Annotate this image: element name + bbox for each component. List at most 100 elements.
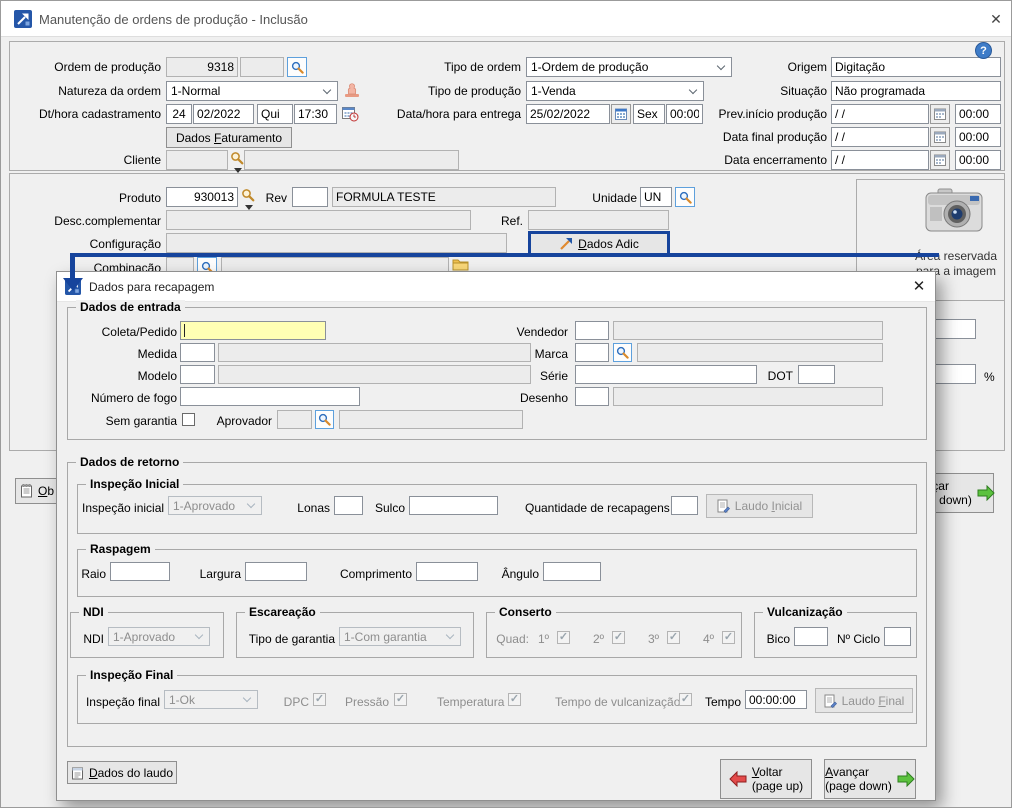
data-final-data-input[interactable] <box>831 127 929 147</box>
natureza-select[interactable]: 1-Normal <box>166 81 338 101</box>
data-final-calendar-button[interactable] <box>930 127 950 147</box>
prev-inicio-calendar-button[interactable] <box>930 104 950 124</box>
calendar-icon <box>934 131 946 143</box>
ciclo-input[interactable] <box>884 627 911 646</box>
aprovador-search-button[interactable] <box>315 410 334 429</box>
largura-input[interactable] <box>245 562 307 581</box>
modelo-input[interactable] <box>180 365 215 384</box>
arrow-right-icon <box>977 485 995 501</box>
vendedor-nome-field <box>613 321 883 340</box>
close-icon[interactable]: ✕ <box>906 276 932 298</box>
modelo-label: Modelo <box>75 366 177 386</box>
dot-input[interactable] <box>798 365 835 384</box>
inspecao-final-select: 1-Ok <box>164 690 258 709</box>
coleta-label: Coleta/Pedido <box>75 322 177 342</box>
angulo-input[interactable] <box>543 562 601 581</box>
laudo-inicial-button: Laudo Inicial <box>706 494 813 518</box>
prev-inicio-data-input[interactable] <box>831 104 929 124</box>
cadastro-mes-input[interactable] <box>193 104 254 124</box>
sem-garantia-checkbox[interactable] <box>182 413 195 426</box>
aprovador-nome-field <box>339 410 523 429</box>
temperatura-checkbox <box>508 693 521 706</box>
desenho-input[interactable] <box>575 387 609 406</box>
dpc-label: DPC <box>279 692 309 712</box>
ciclo-label: Nº Ciclo <box>832 629 880 649</box>
escareacao-title: Escareação <box>245 605 320 619</box>
medida-input[interactable] <box>180 343 215 362</box>
inspecao-final-title: Inspeção Final <box>86 668 177 682</box>
numero-fogo-label: Número de fogo <box>75 388 177 408</box>
conserto-title: Conserto <box>495 605 556 619</box>
desenho-label: Desenho <box>468 388 568 408</box>
folder-icon[interactable] <box>452 258 469 271</box>
stamp-icon[interactable] <box>344 83 361 98</box>
lonas-input[interactable] <box>334 496 363 515</box>
text-caret <box>184 324 185 337</box>
coleta-input[interactable] <box>180 321 326 340</box>
voltar-button[interactable]: Voltar (page up) <box>720 759 812 799</box>
unidade-search-button[interactable] <box>675 187 695 207</box>
adic-arrow-icon <box>559 237 573 251</box>
cadastro-dia-input[interactable] <box>166 104 192 124</box>
search-icon <box>616 346 629 359</box>
bico-label: Bico <box>760 629 790 649</box>
prev-inicio-hora-input[interactable] <box>955 104 1001 124</box>
produto-codigo-input[interactable] <box>166 187 238 207</box>
data-final-label: Data final produção <box>701 127 827 147</box>
marca-search-button[interactable] <box>613 343 632 362</box>
entrega-hora-input[interactable] <box>666 104 703 124</box>
rev-input[interactable] <box>292 187 328 207</box>
entrega-calendar-button[interactable] <box>611 104 631 124</box>
desenho-descricao-field <box>613 387 883 406</box>
search-icon[interactable] <box>230 151 244 165</box>
ndi-select: 1-Aprovado <box>108 627 210 646</box>
entrega-data-input[interactable] <box>526 104 610 124</box>
search-icon[interactable] <box>241 188 255 202</box>
serie-input[interactable] <box>575 365 757 384</box>
produto-descricao-field: FORMULA TESTE <box>332 187 556 207</box>
sulco-label: Sulco <box>369 498 405 518</box>
encerramento-data-input[interactable] <box>831 150 929 170</box>
cliente-label: Cliente <box>11 150 161 170</box>
largura-label: Largura <box>193 564 241 584</box>
data-final-hora-input[interactable] <box>955 127 1001 147</box>
dados-faturamento-button[interactable]: Dados Faturamento <box>166 127 292 148</box>
marca-input[interactable] <box>575 343 609 362</box>
calendar-clock-icon[interactable] <box>342 106 359 122</box>
qtd-recapagens-label: Quantidade de recapagens <box>525 498 667 518</box>
ref-label: Ref. <box>481 211 523 231</box>
unidade-input[interactable] <box>640 187 672 207</box>
raio-input[interactable] <box>110 562 170 581</box>
quad4-checkbox <box>722 631 735 644</box>
chevron-down-icon <box>446 631 454 639</box>
recapagem-dialog: Dados para recapagem ✕ Dados de entrada … <box>56 271 936 801</box>
inspecao-inicial-select: 1-Aprovado <box>168 496 262 515</box>
tempo-input[interactable] <box>745 690 807 709</box>
chevron-down-icon <box>195 631 203 639</box>
entrega-dow-input[interactable] <box>633 104 665 124</box>
vulcanizacao-title: Vulcanização <box>763 605 847 619</box>
numero-fogo-input[interactable] <box>180 387 360 406</box>
pressao-label: Pressão <box>343 692 389 712</box>
bico-input[interactable] <box>794 627 828 646</box>
comprimento-input[interactable] <box>416 562 478 581</box>
qtd-recapagens-input[interactable] <box>671 496 698 515</box>
sulco-input[interactable] <box>409 496 498 515</box>
cadastro-hora-input[interactable] <box>294 104 337 124</box>
rev-label: Rev <box>257 188 287 208</box>
vendedor-codigo-input[interactable] <box>575 321 609 340</box>
cliente-codigo-field <box>166 150 228 170</box>
close-icon[interactable]: ✕ <box>983 8 1009 30</box>
main-titlebar: Manutenção de ordens de produção - Inclu… <box>1 1 1011 37</box>
situacao-field: Não programada <box>831 81 1001 101</box>
help-icon[interactable]: ? <box>975 42 992 59</box>
encerramento-calendar-button[interactable] <box>930 150 950 170</box>
avancar-button[interactable]: Avançar (page down) <box>824 759 916 799</box>
dados-laudo-button[interactable]: Dados do laudo <box>67 761 177 784</box>
encerramento-hora-input[interactable] <box>955 150 1001 170</box>
percent-label: % <box>984 367 1000 387</box>
ordem-search-button[interactable] <box>287 57 307 77</box>
entrega-label: Data/hora para entrega <box>381 104 521 124</box>
tipo-producao-select[interactable]: 1-Venda <box>526 81 704 101</box>
cadastro-dow-input[interactable] <box>257 104 293 124</box>
